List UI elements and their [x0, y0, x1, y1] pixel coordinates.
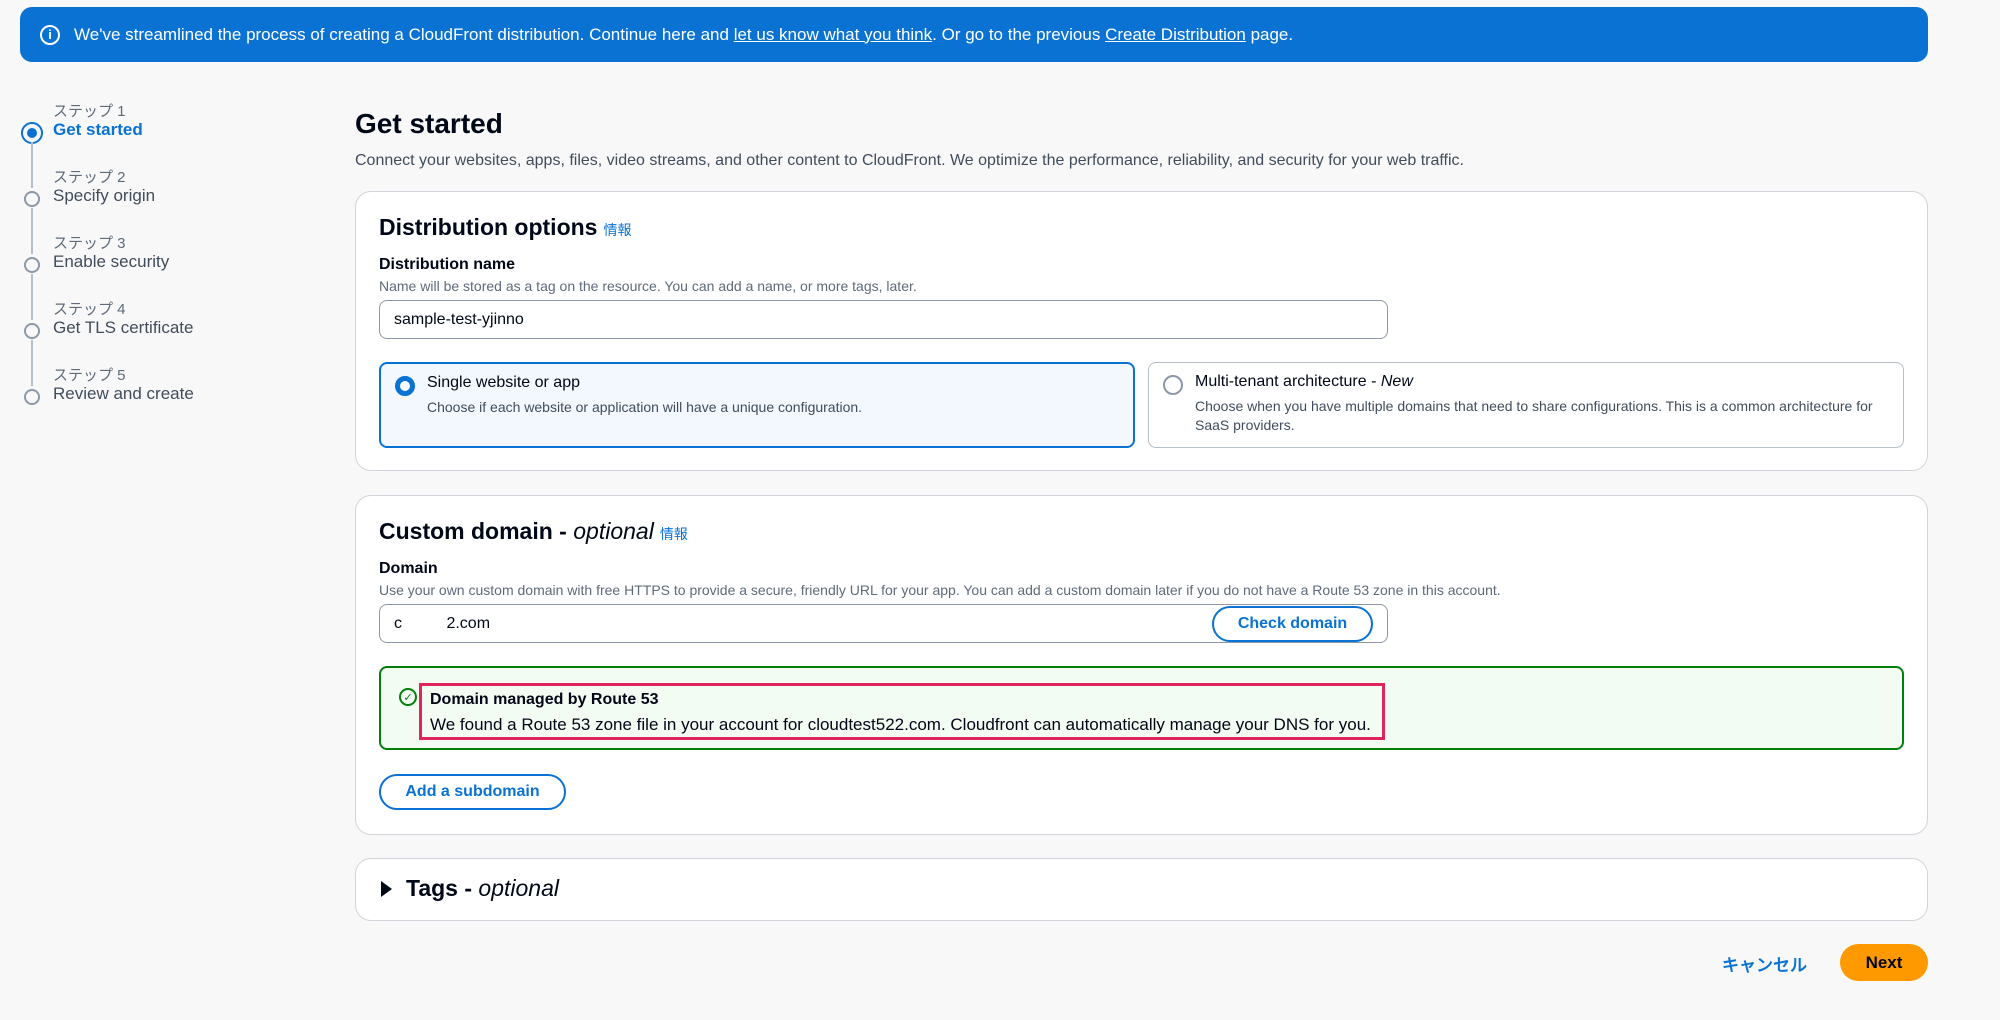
tags-expand-toggle[interactable]: Tags - optional — [381, 875, 559, 902]
next-button[interactable]: Next — [1840, 944, 1928, 981]
step-4: ステップ 4 Get TLS certificate — [20, 294, 320, 386]
step-2: ステップ 2 Specify origin — [20, 162, 320, 254]
step-pending-icon — [24, 257, 40, 273]
caret-right-icon — [381, 880, 392, 897]
step-3: ステップ 3 Enable security — [20, 228, 320, 320]
tags-heading: Tags - optional — [406, 875, 559, 902]
step-pending-icon — [24, 389, 40, 405]
tags-title-text: Tags - — [406, 875, 479, 901]
distribution-options-panel: Distribution options 情報 Distribution name… — [355, 191, 1928, 471]
distribution-name-label: Distribution name — [379, 256, 516, 273]
single-website-option[interactable]: Single website or app Choose if each web… — [379, 362, 1135, 448]
distribution-name-input[interactable] — [379, 300, 1388, 339]
new-label: New — [1380, 373, 1413, 390]
custom-domain-panel: Custom domain - optional 情報 Domain Use yo… — [355, 495, 1928, 835]
step-1: ステップ 1 Get started — [20, 96, 320, 188]
banner-text-middle: . Or go to the previous — [932, 24, 1106, 44]
optional-label: optional — [478, 875, 559, 901]
option-title-text: Multi-tenant architecture - — [1195, 373, 1381, 390]
page-title: Get started — [355, 108, 503, 139]
add-subdomain-button[interactable]: Add a subdomain — [379, 774, 566, 810]
cancel-button[interactable]: キャンセル — [1722, 951, 1807, 976]
radio-selected[interactable] — [395, 376, 415, 396]
success-message: We found a Route 53 zone file in your ac… — [430, 715, 1371, 734]
option-title: Single website or app — [427, 374, 580, 391]
info-icon: i — [40, 24, 60, 45]
step-5: ステップ 5 Review and create — [20, 360, 320, 426]
domain-description: Use your own custom domain with free HTT… — [379, 582, 1501, 598]
info-link[interactable]: 情報 — [660, 526, 688, 542]
banner-text-before: We've streamlined the process of creatin… — [74, 24, 734, 44]
step-title: Specify origin — [53, 186, 156, 205]
check-domain-button[interactable]: Check domain — [1212, 606, 1373, 642]
step-number: ステップ 5 — [53, 367, 126, 384]
domain-label: Domain — [379, 560, 438, 577]
optional-label: optional — [573, 518, 654, 544]
step-title: Get started — [53, 120, 143, 139]
create-distribution-link[interactable]: Create Distribution — [1105, 25, 1246, 44]
step-pending-icon — [24, 191, 40, 207]
banner-text: We've streamlined the process of creatin… — [74, 25, 1293, 45]
page-description: Connect your websites, apps, files, vide… — [355, 152, 1464, 169]
radio-unselected[interactable] — [1163, 375, 1183, 395]
step-current-icon — [21, 122, 43, 144]
info-link[interactable]: 情報 — [603, 222, 631, 238]
highlight-annotation: Domain managed by Route 53 We found a Ro… — [419, 683, 1385, 740]
route53-success-alert: ✓ Domain managed by Route 53 We found a … — [379, 666, 1904, 750]
heading-text: Distribution options — [379, 214, 598, 240]
success-check-icon: ✓ — [399, 688, 417, 706]
option-description: Choose if each website or application wi… — [427, 399, 863, 415]
distribution-name-description: Name will be stored as a tag on the reso… — [379, 278, 917, 294]
tags-panel: Tags - optional — [355, 858, 1928, 921]
banner-text-after: page. — [1245, 24, 1294, 44]
feedback-link[interactable]: let us know what you think — [734, 25, 932, 44]
step-number: ステップ 3 — [53, 235, 126, 252]
distribution-options-heading: Distribution options 情報 — [379, 214, 631, 241]
step-title: Get TLS certificate — [53, 318, 194, 337]
step-title: Enable security — [53, 252, 170, 271]
success-title: Domain managed by Route 53 — [430, 691, 659, 708]
multi-tenant-option[interactable]: Multi-tenant architecture - New Choose w… — [1148, 362, 1904, 448]
step-number: ステップ 4 — [53, 301, 126, 318]
step-number: ステップ 2 — [53, 169, 126, 186]
info-banner: i We've streamlined the process of creat… — [20, 7, 1928, 62]
custom-domain-heading: Custom domain - optional 情報 — [379, 518, 688, 545]
step-number: ステップ 1 — [53, 103, 126, 120]
main-header: Get started Connect your websites, apps,… — [355, 108, 1928, 170]
heading-text: Custom domain - — [379, 518, 574, 544]
option-description: Choose when you have multiple domains th… — [1195, 398, 1873, 433]
step-title: Review and create — [53, 384, 194, 403]
option-title: Multi-tenant architecture - New — [1195, 373, 1889, 391]
step-pending-icon — [24, 323, 40, 339]
wizard-steps: ステップ 1 Get started ステップ 2 Specify origin… — [20, 96, 320, 426]
